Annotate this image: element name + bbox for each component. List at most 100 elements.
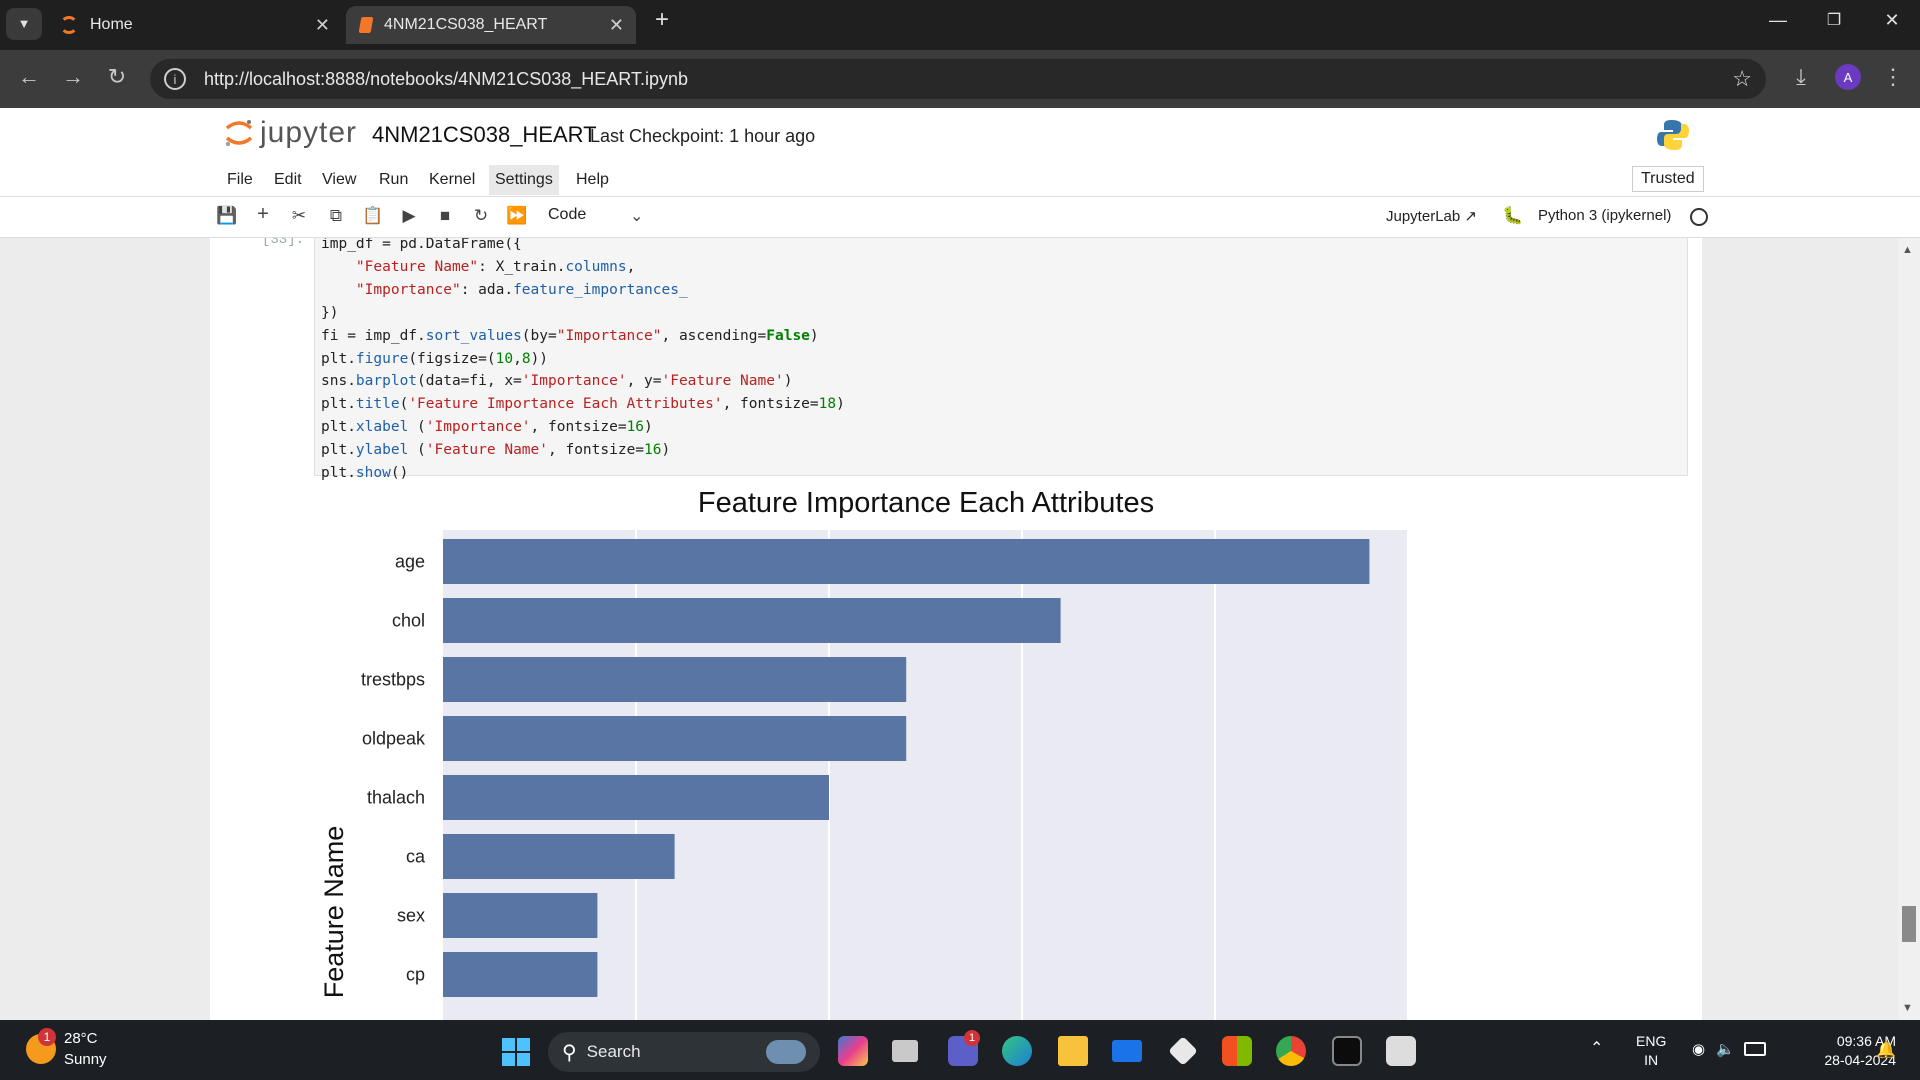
forward-arrow-icon[interactable]: → bbox=[58, 64, 88, 90]
terminal-icon[interactable] bbox=[1332, 1036, 1362, 1066]
windows-start-icon[interactable] bbox=[502, 1038, 530, 1066]
tick-label-age: age bbox=[395, 552, 425, 572]
bar-cp bbox=[443, 952, 598, 997]
browser-menu-icon[interactable]: ⋮ bbox=[1878, 64, 1908, 90]
cell-type-select[interactable]: Code ⌄ bbox=[548, 206, 643, 225]
wifi-icon[interactable]: ◉ bbox=[1692, 1040, 1705, 1058]
page-scrollbar[interactable]: ▲ ▼ bbox=[1898, 238, 1920, 1020]
notification-bell-icon[interactable]: 🔔 bbox=[1876, 1040, 1896, 1060]
kernel-status-icon bbox=[1690, 208, 1708, 226]
notebook-title[interactable]: 4NM21CS038_HEART bbox=[372, 122, 597, 148]
taskbar-search[interactable]: ⚲ Search bbox=[548, 1032, 820, 1072]
microsoft-store-icon[interactable] bbox=[1222, 1036, 1252, 1066]
trusted-indicator[interactable]: Trusted bbox=[1632, 166, 1704, 192]
menu-view[interactable]: View bbox=[316, 169, 362, 191]
edge-icon[interactable] bbox=[1002, 1036, 1032, 1066]
tray-overflow-chevron-icon[interactable]: ⌃ bbox=[1590, 1038, 1603, 1058]
copilot-icon[interactable] bbox=[838, 1036, 868, 1066]
weather-condition[interactable]: Sunny bbox=[64, 1051, 107, 1068]
bar-age bbox=[443, 539, 1370, 584]
minimize-icon[interactable]: — bbox=[1758, 10, 1798, 31]
debugger-bug-icon[interactable]: 🐛 bbox=[1502, 206, 1524, 226]
bar-trestbps bbox=[443, 657, 907, 702]
code-line-2: "Feature Name": X_train.columns, bbox=[355, 258, 636, 275]
bar-thalach bbox=[443, 775, 829, 820]
tab-home[interactable]: Home ✕ bbox=[52, 6, 342, 44]
jupyter-logo-icon bbox=[225, 120, 253, 147]
run-icon[interactable]: ▶ bbox=[398, 206, 420, 226]
close-tab-icon[interactable]: ✕ bbox=[315, 15, 330, 36]
menu-edit[interactable]: Edit bbox=[268, 169, 308, 191]
code-line-10: plt.ylabel ('Feature Name', fontsize=16) bbox=[321, 442, 671, 459]
url-text[interactable]: http://localhost:8888/notebooks/4NM21CS0… bbox=[204, 69, 688, 90]
file-explorer-icon[interactable] bbox=[1058, 1036, 1088, 1066]
tick-label-trestbps: trestbps bbox=[361, 670, 425, 690]
scroll-thumb[interactable] bbox=[1902, 906, 1916, 942]
tab-search-button[interactable]: ▼ bbox=[6, 8, 42, 40]
code-line-6: plt.figure(figsize=(10,8)) bbox=[321, 350, 549, 367]
mail-icon[interactable] bbox=[1112, 1040, 1142, 1062]
bookmark-star-icon[interactable]: ☆ bbox=[1732, 66, 1752, 92]
code-editor[interactable]: imp_df = pd.DataFrame({ "Feature Name": … bbox=[321, 238, 845, 485]
download-icon[interactable]: ⤓ bbox=[1786, 64, 1816, 90]
tab-title: 4NM21CS038_HEART bbox=[384, 16, 548, 33]
close-window-icon[interactable]: ✕ bbox=[1872, 10, 1912, 31]
paste-icon[interactable]: 📋 bbox=[362, 206, 384, 226]
code-line-11: plt.show() bbox=[321, 465, 409, 482]
windows-taskbar: 1 28°C Sunny ⚲ Search 1 ⌃ ENG IN ◉ 🔈 09:… bbox=[0, 1020, 1920, 1080]
scroll-up-icon[interactable]: ▲ bbox=[1902, 244, 1913, 256]
menu-kernel[interactable]: Kernel bbox=[423, 169, 481, 191]
reload-icon[interactable]: ↻ bbox=[102, 64, 132, 90]
add-cell-icon[interactable]: + bbox=[252, 203, 274, 226]
photos-icon[interactable] bbox=[1386, 1036, 1416, 1066]
weather-temperature[interactable]: 28°C bbox=[64, 1030, 98, 1047]
task-view-icon[interactable] bbox=[892, 1040, 918, 1062]
close-tab-icon[interactable]: ✕ bbox=[609, 15, 624, 36]
menu-help[interactable]: Help bbox=[570, 169, 615, 191]
address-bar[interactable]: i http://localhost:8888/notebooks/4NM21C… bbox=[150, 59, 1766, 99]
battery-icon[interactable] bbox=[1744, 1042, 1766, 1056]
teams-badge: 1 bbox=[964, 1030, 980, 1046]
restart-icon[interactable]: ↻ bbox=[470, 206, 492, 226]
run-all-icon[interactable]: ⏩ bbox=[506, 206, 528, 226]
dropbox-icon[interactable] bbox=[1168, 1036, 1198, 1066]
jupyter-wordmark: jupyter bbox=[260, 116, 358, 149]
external-link-icon: ↗ bbox=[1464, 208, 1477, 225]
tab-notebook[interactable]: 4NM21CS038_HEART ✕ bbox=[346, 6, 636, 44]
language-indicator[interactable]: ENG IN bbox=[1636, 1032, 1666, 1070]
tick-label-thalach: thalach bbox=[367, 788, 425, 808]
scroll-down-icon[interactable]: ▼ bbox=[1902, 1002, 1913, 1014]
back-arrow-icon[interactable]: ← bbox=[14, 64, 44, 90]
interrupt-icon[interactable]: ■ bbox=[434, 206, 456, 226]
tick-label-sex: sex bbox=[397, 906, 425, 926]
tick-label-ca: ca bbox=[406, 847, 426, 867]
jupyterlab-link[interactable]: JupyterLab ↗ bbox=[1386, 207, 1477, 225]
notebook-favicon-icon bbox=[358, 17, 374, 33]
bar-sex bbox=[443, 893, 598, 938]
search-label: Search bbox=[586, 1042, 641, 1061]
copy-icon[interactable]: ⧉ bbox=[325, 206, 347, 226]
code-cell-input[interactable]: imp_df = pd.DataFrame({ "Feature Name": … bbox=[314, 238, 1688, 481]
tab-title: Home bbox=[90, 16, 133, 33]
menu-run[interactable]: Run bbox=[373, 169, 414, 191]
chrome-icon[interactable] bbox=[1276, 1036, 1306, 1066]
profile-avatar[interactable]: A bbox=[1835, 64, 1861, 90]
restore-icon[interactable]: ❐ bbox=[1814, 10, 1854, 30]
save-icon[interactable]: 💾 bbox=[216, 206, 238, 226]
new-tab-button[interactable]: + bbox=[642, 6, 682, 34]
code-line-1: imp_df = pd.DataFrame({ bbox=[321, 238, 522, 252]
menu-file[interactable]: File bbox=[221, 169, 259, 191]
browser-toolbar: ← → ↻ i http://localhost:8888/notebooks/… bbox=[0, 50, 1920, 108]
jupyter-logo[interactable]: jupyter bbox=[224, 116, 357, 150]
site-info-icon[interactable]: i bbox=[164, 68, 186, 90]
jupyter-header: jupyter 4NM21CS038_HEART Last Checkpoint… bbox=[0, 108, 1920, 163]
menu-settings[interactable]: Settings bbox=[489, 165, 559, 195]
chevron-down-icon: ⌄ bbox=[630, 208, 644, 225]
volume-icon[interactable]: 🔈 bbox=[1716, 1040, 1735, 1058]
bar-chol bbox=[443, 598, 1061, 643]
code-line-3: "Importance": ada.feature_importances_ bbox=[355, 281, 688, 298]
browser-tab-strip: ▼ Home ✕ 4NM21CS038_HEART ✕ + — ❐ ✕ bbox=[0, 0, 1920, 50]
cut-icon[interactable]: ✂ bbox=[288, 206, 310, 226]
kernel-name[interactable]: Python 3 (ipykernel) bbox=[1538, 207, 1671, 224]
notebook-area: [33]: imp_df = pd.DataFrame({ "Feature N… bbox=[210, 238, 1702, 1020]
